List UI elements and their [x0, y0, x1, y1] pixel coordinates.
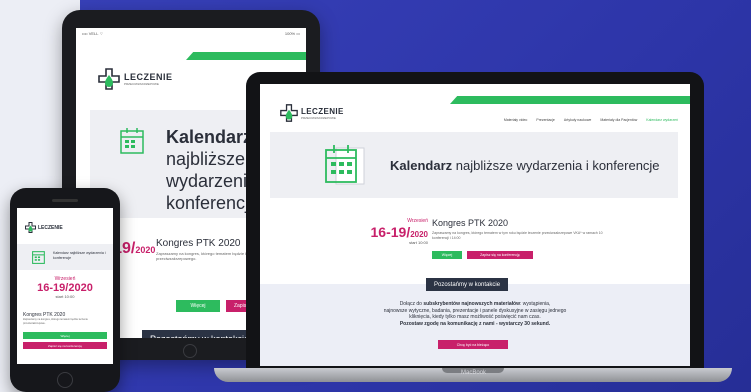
laptop-screen: LECZENIE PRZECIWZAKRZEPOWE Materiały vid…	[260, 84, 690, 366]
event-time: start 10:00	[409, 240, 428, 245]
calendar-icon	[325, 145, 365, 185]
hero-banner: Kalendarz najbliższe wydarzenia i konfer…	[270, 132, 678, 198]
nav-item-presentations[interactable]: Prezentacje	[536, 118, 554, 122]
contact-heading: Pozostańmy w kontakcie	[142, 330, 258, 338]
hero-title: Kalendarz najbliższe wydarzenia i konfer…	[53, 251, 106, 260]
calendar-icon	[32, 251, 45, 264]
site-logo[interactable]: LECZENIE	[25, 222, 63, 233]
hero-title-bold: Kalendarz	[166, 127, 253, 147]
phone-speaker	[52, 199, 78, 202]
logo-cross-icon	[280, 104, 298, 122]
calendar-icon	[120, 128, 144, 154]
top-accent-bar	[450, 96, 690, 104]
event-time: start 10:00	[55, 294, 75, 299]
event-date: Wrzesień 16-19/2020 start 10:00	[17, 276, 113, 299]
contact-heading: Pozostańmy w kontakcie	[426, 278, 509, 291]
hero-title: Kalendarz najbliższe wydarzenia i konfer…	[390, 158, 660, 173]
laptop-brand-label: MacBook	[461, 370, 487, 376]
event-details: Kongres PTK 2020 Zapraszamy na kongres, …	[432, 218, 612, 240]
top-accent-bar	[186, 52, 306, 60]
status-carrier: •••• VELL ⌔	[82, 31, 104, 36]
newsletter-section: Pozostańmy w kontakcie Dołącz do subskry…	[260, 278, 690, 366]
site-logo[interactable]: LECZENIE PRZECIWZAKRZEPOWE	[280, 104, 344, 122]
newsletter-text-a: Dołącz do	[399, 301, 424, 307]
nav-item-calendar[interactable]: Kalendarz wydarzeń	[646, 118, 678, 122]
hero-title-bold: Kalendarz	[390, 158, 453, 173]
phone-home-button[interactable]	[57, 372, 73, 388]
more-button[interactable]: Więcej	[23, 332, 107, 339]
event-year: 2020	[135, 245, 156, 255]
newsletter-text-bold: subskrybentów najnowszych materiałów	[423, 301, 521, 307]
nav-item-articles[interactable]: Artykuły naukowe	[564, 118, 591, 122]
logo-text: LECZENIE	[301, 106, 344, 116]
newsletter-line-4: Pozostaw zgodę na komunikację z nami - w…	[399, 320, 551, 327]
main-nav: Materiały video Prezentacje Artykuły nau…	[504, 118, 678, 122]
logo-cross-icon	[25, 222, 36, 233]
hero-banner: Kalendarz najbliższe wydarzenia i konfer…	[17, 244, 113, 270]
more-button[interactable]: Więcej	[176, 300, 220, 312]
more-button[interactable]: Więcej	[432, 251, 462, 259]
site-logo[interactable]: LECZENIE PRZECIWZAKRZEPOWE	[98, 68, 173, 90]
event-day: 16-19	[37, 282, 66, 294]
event-year: 2020	[68, 282, 93, 294]
logo-text: LECZENIE	[124, 72, 173, 82]
newsletter-line-2: najnowsze wytyczne, badania, prezentacje…	[383, 307, 567, 314]
event-actions: Więcej Zapisz się na konferencję	[432, 251, 533, 259]
hero-line-2: wydarzenia	[166, 171, 258, 191]
logo-cross-icon	[98, 68, 120, 90]
register-button[interactable]: Zapisz się na konferencję	[467, 251, 533, 259]
subscribe-button[interactable]: Chcę być na bieżąco	[438, 340, 508, 349]
logo-subtext: PRZECIWZAKRZEPOWE	[124, 82, 159, 86]
event-date: Wrzesień 16-19/2020 start 10:00	[356, 218, 429, 245]
event-day: 16-19	[370, 224, 407, 240]
logo-subtext: PRZECIWZAKRZEPOWE	[301, 115, 336, 120]
newsletter-line-3: kliknięcia, kiedy tylko masz możliwość p…	[409, 314, 541, 320]
register-button[interactable]: Zapisz się na konferencję	[23, 342, 107, 349]
hero-line-1: najbliższe	[166, 149, 246, 169]
hero-title-rest: najbliższe wydarzenia i konferencje	[455, 158, 660, 173]
status-battery: 100% ▭	[284, 31, 300, 36]
nav-item-patients[interactable]: Materiały dla Pacjentów	[600, 118, 637, 122]
event-title[interactable]: Kongres PTK 2020	[432, 218, 612, 228]
tablet-status-bar: •••• VELL ⌔ 100% ▭	[76, 28, 306, 38]
tablet-home-button[interactable]	[183, 344, 197, 358]
phone-screen: LECZENIE Kalendarz najbliższe wydarzenia…	[17, 208, 113, 364]
logo-text: LECZENIE	[38, 224, 63, 231]
event-year: 2020	[410, 230, 428, 239]
newsletter-text: Dołącz do subskrybentów najnowszych mate…	[330, 301, 620, 327]
nav-item-video[interactable]: Materiały video	[504, 118, 528, 122]
event-description: Zapraszamy na kongres, którego tematem w…	[432, 231, 603, 240]
event-description: Zapraszamy na kongres, którego tematem b…	[23, 318, 88, 325]
newsletter-text-c: : wystąpienia,	[520, 301, 551, 307]
